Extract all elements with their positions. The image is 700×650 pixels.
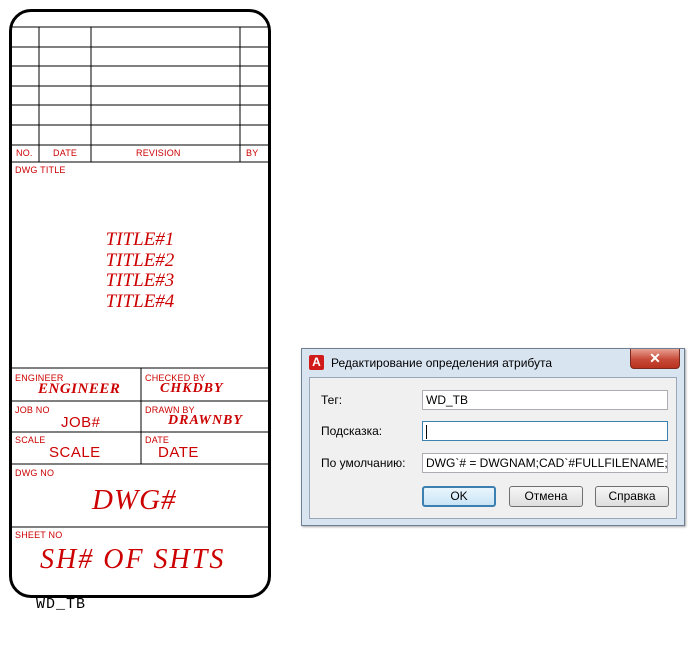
scale-label: SCALE xyxy=(15,435,46,445)
close-button[interactable]: ✕ xyxy=(630,349,680,369)
sheet-no-label: SHEET NO xyxy=(15,530,63,540)
text-caret xyxy=(426,424,427,439)
close-icon: ✕ xyxy=(649,350,661,366)
title-line-4: TITLE#4 xyxy=(105,290,175,312)
dwg-title-lines: TITLE#1 TITLE#2 TITLE#3 TITLE#4 xyxy=(12,229,268,312)
title-line-1: TITLE#1 xyxy=(105,229,175,250)
rev-by-header: BY xyxy=(246,148,259,158)
job-no-label: JOB NO xyxy=(15,405,50,415)
drawn-by-value: DRAWNBY xyxy=(168,413,243,428)
rev-revision-header: REVISION xyxy=(136,148,181,158)
ok-button[interactable]: OK xyxy=(422,486,496,507)
job-no-value: JOB# xyxy=(61,414,101,431)
date-value: DATE xyxy=(158,444,199,461)
rev-no-header: NO. xyxy=(16,148,33,158)
dialog-titlebar[interactable]: A Редактирование определения атрибута ✕ xyxy=(302,349,684,377)
cancel-button[interactable]: Отмена xyxy=(509,486,583,507)
prompt-input[interactable] xyxy=(422,421,668,441)
dialog-title: Редактирование определения атрибута xyxy=(331,356,553,370)
tag-label: Тег: xyxy=(321,393,343,407)
help-button[interactable]: Справка xyxy=(595,486,669,507)
dwg-no-label: DWG NO xyxy=(15,468,55,478)
edit-attribute-definition-dialog: A Редактирование определения атрибута ✕ … xyxy=(301,348,685,526)
tag-input[interactable]: WD_TB xyxy=(422,390,668,410)
block-name-caption: WD_TB xyxy=(36,596,87,613)
title-line-2: TITLE#2 xyxy=(105,249,175,271)
prompt-label: Подсказка: xyxy=(321,424,383,438)
title-block: NO. DATE REVISION BY DWG TITLE TITLE#1 T… xyxy=(9,9,271,598)
default-label: По умолчанию: xyxy=(321,456,406,470)
dwg-no-value: DWG# xyxy=(92,484,177,516)
title-line-3: TITLE#3 xyxy=(105,270,175,291)
default-input[interactable]: DWG`# = DWGNAM;CAD`#FULLFILENAME;SH xyxy=(422,453,668,473)
checked-by-value: CHKDBY xyxy=(160,381,224,396)
autocad-app-icon: A xyxy=(309,355,324,370)
dialog-body: Тег: WD_TB Подсказка: По умолчанию: DWG`… xyxy=(309,377,677,519)
rev-date-header: DATE xyxy=(53,148,78,158)
sheet-no-value: SH# OF SHTS xyxy=(40,544,226,575)
scale-value: SCALE xyxy=(49,444,101,461)
engineer-value: ENGINEER xyxy=(38,381,121,397)
dwg-title-label: DWG TITLE xyxy=(15,165,66,175)
